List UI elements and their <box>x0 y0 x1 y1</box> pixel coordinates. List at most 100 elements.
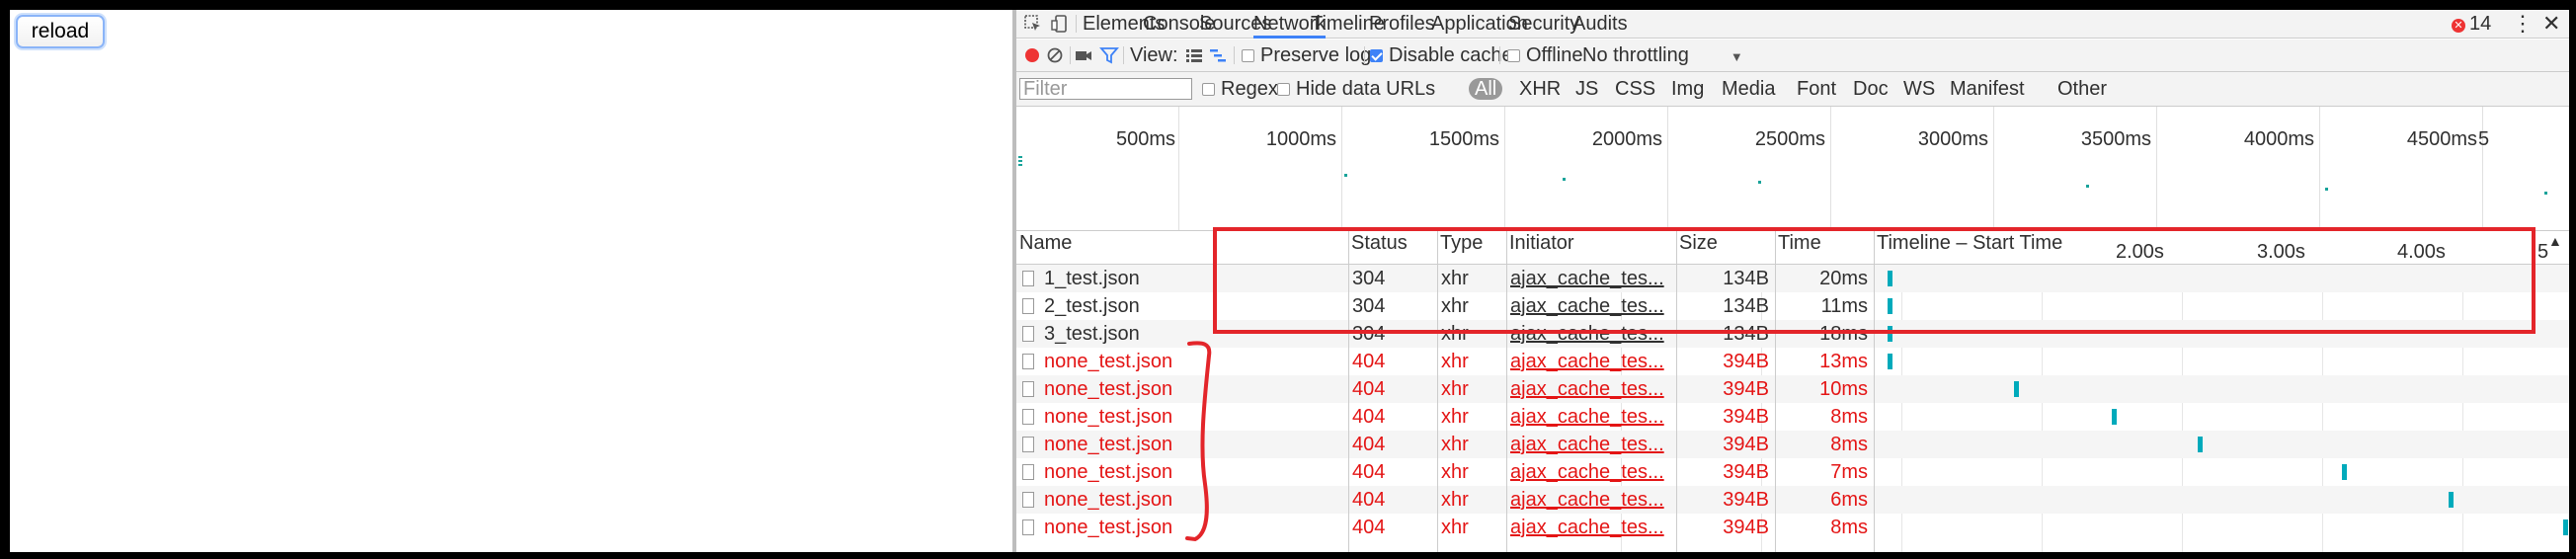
error-count-badge[interactable]: ✕ 14 <box>2452 10 2491 38</box>
regex-box[interactable] <box>1202 83 1215 96</box>
type-cell: xhr <box>1441 517 1469 538</box>
waterfall-bar[interactable] <box>2449 492 2454 508</box>
waterfall-bar[interactable] <box>1888 354 1892 369</box>
disable-cache-checkbox[interactable]: Disable cache <box>1370 40 1513 71</box>
annotation-bracket <box>1185 341 1212 542</box>
size-cell: 394B <box>1723 517 1769 538</box>
network-overview[interactable]: 500ms 1000ms 1500ms 2000ms 2500ms 3000ms… <box>1016 107 2569 231</box>
filter-input[interactable] <box>1019 78 1192 100</box>
filter-type-all[interactable]: All <box>1469 78 1503 100</box>
preserve-log-box[interactable] <box>1242 49 1254 62</box>
network-toolbar: View: Preserve log Disable cache Offline… <box>1016 40 2569 72</box>
annotation-rectangle <box>1213 227 2536 334</box>
table-row[interactable]: none_test.json 404 xhr ajax_cache_tes... 394… <box>1016 514 2569 541</box>
status-cell: 404 <box>1352 406 1386 428</box>
large-rows-icon[interactable] <box>1184 45 1204 65</box>
filter-type-css[interactable]: CSS <box>1615 72 1655 106</box>
close-icon[interactable]: ✕ <box>2542 10 2560 38</box>
offline-checkbox[interactable]: Offline <box>1507 40 1582 71</box>
initiator-link[interactable]: ajax_cache_tes... <box>1510 431 1674 458</box>
table-row[interactable]: none_test.json 404 xhr ajax_cache_tes... 394… <box>1016 375 2569 403</box>
regex-checkbox[interactable]: Regex <box>1202 72 1278 106</box>
error-icon: ✕ <box>2452 19 2465 33</box>
overview-tick-500ms: 500ms <box>1115 128 1175 150</box>
status-cell: 404 <box>1352 434 1386 455</box>
filter-icon[interactable] <box>1099 45 1119 65</box>
file-icon <box>1022 271 1034 286</box>
file-icon <box>1022 354 1034 369</box>
capture-screenshots-icon[interactable] <box>1074 45 1093 65</box>
status-cell: 404 <box>1352 517 1386 538</box>
hide-data-urls-label: Hide data URLs <box>1296 78 1436 100</box>
table-row[interactable]: none_test.json 404 xhr ajax_cache_tes... 394… <box>1016 486 2569 514</box>
filter-type-img[interactable]: Img <box>1671 72 1704 106</box>
filter-type-ws[interactable]: WS <box>1903 72 1935 106</box>
file-icon <box>1022 492 1034 508</box>
record-icon[interactable] <box>1022 45 1042 65</box>
reload-button[interactable]: reload <box>16 15 105 48</box>
hide-data-urls-checkbox[interactable]: Hide data URLs <box>1277 72 1435 106</box>
overview-tick-1500ms: 1500ms <box>1428 128 1499 150</box>
initiator-link[interactable]: ajax_cache_tes... <box>1510 458 1674 486</box>
type-cell: xhr <box>1441 351 1469 372</box>
table-row[interactable]: none_test.json 404 xhr ajax_cache_tes... 394… <box>1016 431 2569 458</box>
disable-cache-box[interactable] <box>1370 49 1383 62</box>
time-cell: 13ms <box>1819 351 1868 372</box>
initiator-link[interactable]: ajax_cache_tes... <box>1510 348 1674 375</box>
overview-icon[interactable] <box>1208 45 1228 65</box>
hide-data-urls-box[interactable] <box>1277 83 1290 96</box>
type-cell: xhr <box>1441 378 1469 400</box>
initiator-link[interactable]: ajax_cache_tes... <box>1510 486 1674 514</box>
waterfall-bar[interactable] <box>2014 381 2019 397</box>
waterfall-bar[interactable] <box>2112 409 2117 425</box>
table-row[interactable]: none_test.json 404 xhr ajax_cache_tes... 394… <box>1016 458 2569 486</box>
throttling-select[interactable]: No throttling ▼ <box>1582 40 1743 71</box>
filter-type-other[interactable]: Other <box>2057 72 2107 106</box>
filter-type-font[interactable]: Font <box>1797 72 1836 106</box>
type-cell: xhr <box>1441 406 1469 428</box>
devtools-menu-icon[interactable]: ⋮ <box>2512 10 2534 38</box>
preserve-log-checkbox[interactable]: Preserve log <box>1242 40 1371 71</box>
waterfall-bar[interactable] <box>2342 464 2347 480</box>
web-page: reload <box>10 10 1012 552</box>
table-row[interactable]: none_test.json 404 xhr ajax_cache_tes... 394… <box>1016 403 2569 431</box>
clear-icon[interactable] <box>1045 45 1065 65</box>
waterfall-bar[interactable] <box>2563 519 2568 535</box>
file-icon <box>1022 437 1034 452</box>
filter-type-manifest[interactable]: Manifest <box>1950 72 2025 106</box>
inspect-element-icon[interactable] <box>1023 14 1043 34</box>
initiator-link[interactable]: ajax_cache_tes... <box>1510 514 1674 541</box>
overview-tick-3000ms: 3000ms <box>1917 128 1988 150</box>
tab-audits[interactable]: Audits <box>1572 10 1628 38</box>
initiator-link[interactable]: ajax_cache_tes... <box>1510 403 1674 431</box>
filter-type-js[interactable]: JS <box>1575 72 1598 106</box>
filter-type-doc[interactable]: Doc <box>1853 72 1889 106</box>
size-cell: 394B <box>1723 378 1769 400</box>
device-toolbar-icon[interactable] <box>1051 14 1071 34</box>
type-cell: xhr <box>1441 434 1469 455</box>
tab-profiles[interactable]: Profiles <box>1369 10 1435 38</box>
filter-type-media[interactable]: Media <box>1722 72 1775 106</box>
status-cell: 404 <box>1352 351 1386 372</box>
type-cell: xhr <box>1441 489 1469 511</box>
file-icon <box>1022 326 1034 342</box>
time-cell: 10ms <box>1819 378 1868 400</box>
overview-tick-1000ms: 1000ms <box>1265 128 1336 150</box>
size-cell: 394B <box>1723 489 1769 511</box>
overview-tick-4000ms: 4000ms <box>2243 128 2314 150</box>
throttling-value: No throttling <box>1582 44 1689 66</box>
initiator-link[interactable]: ajax_cache_tes... <box>1510 375 1674 403</box>
error-count: 14 <box>2469 13 2492 35</box>
waterfall-bar[interactable] <box>2198 437 2203 452</box>
time-cell: 8ms <box>1830 517 1868 538</box>
overview-tick-5: 5 <box>2478 128 2490 150</box>
tab-security[interactable]: Security <box>1508 10 1579 38</box>
status-cell: 404 <box>1352 461 1386 483</box>
offline-box[interactable] <box>1507 49 1520 62</box>
network-filter-bar: Regex Hide data URLs All XHR JS CSS Img … <box>1016 72 2569 107</box>
filter-type-xhr[interactable]: XHR <box>1519 72 1561 106</box>
sort-arrow-icon[interactable]: ▲ <box>2548 233 2562 249</box>
chevron-down-icon: ▼ <box>1730 49 1743 64</box>
file-icon <box>1022 519 1034 535</box>
table-row[interactable]: none_test.json 404 xhr ajax_cache_tes... 394… <box>1016 348 2569 375</box>
